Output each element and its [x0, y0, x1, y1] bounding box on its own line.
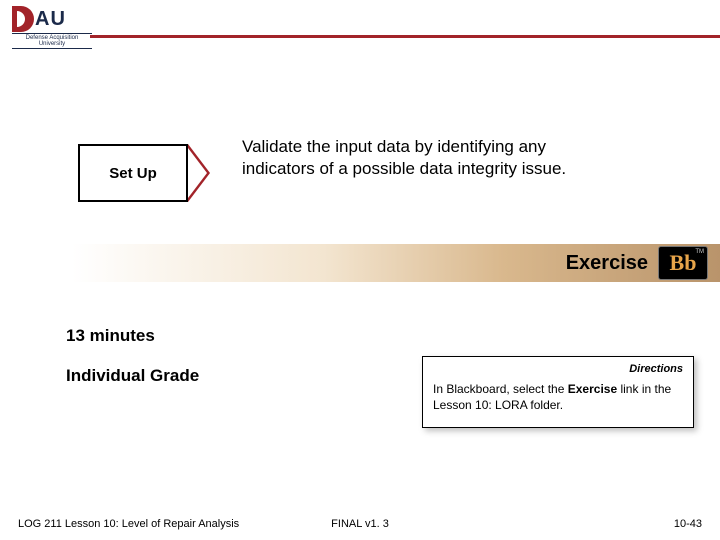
bb-text: Bb	[670, 250, 697, 276]
footer: LOG 211 Lesson 10: Level of Repair Analy…	[18, 518, 702, 530]
directions-prefix: In Blackboard, select the	[433, 382, 568, 396]
footer-left: LOG 211 Lesson 10: Level of Repair Analy…	[18, 518, 239, 530]
bb-tm: TM	[695, 249, 704, 255]
footer-right: 10-43	[674, 518, 702, 530]
blackboard-badge-icon: Bb TM	[658, 246, 708, 280]
logo-text: AU	[35, 8, 66, 31]
exercise-bar: Exercise Bb TM	[0, 244, 720, 282]
directions-bold: Exercise	[568, 382, 617, 396]
directions-body: In Blackboard, select the Exercise link …	[433, 381, 683, 413]
header-divider	[90, 35, 720, 38]
logo-d-icon	[12, 6, 34, 32]
setup-block: Set Up	[78, 144, 210, 202]
directions-title: Directions	[433, 363, 683, 375]
exercise-label: Exercise	[566, 252, 648, 275]
directions-box: Directions In Blackboard, select the Exe…	[422, 356, 694, 428]
footer-center: FINAL v1. 3	[331, 518, 389, 530]
time-label: 13 minutes	[66, 326, 155, 346]
setup-box: Set Up	[78, 144, 188, 202]
logo-subtitle: Defense Acquisition University	[12, 33, 92, 49]
logo-main: AU	[12, 6, 92, 32]
setup-description: Validate the input data by identifying a…	[242, 136, 582, 180]
dau-logo: AU Defense Acquisition University	[12, 6, 92, 49]
arrow-right-inner-icon	[188, 148, 207, 198]
grade-label: Individual Grade	[66, 366, 199, 386]
